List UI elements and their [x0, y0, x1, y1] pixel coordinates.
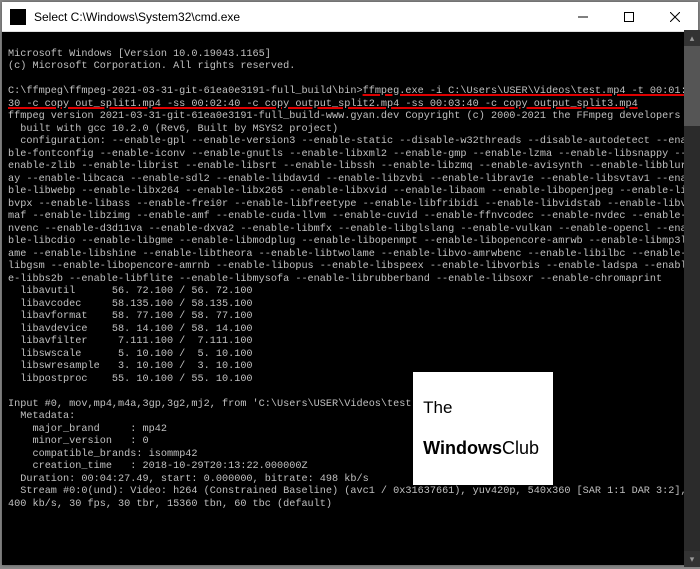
window-title: Select C:\Windows\System32\cmd.exe	[34, 10, 560, 24]
metadata-label: Metadata:	[8, 411, 75, 422]
window-controls	[560, 2, 698, 32]
watermark-line1: The	[423, 399, 539, 417]
command-line: C:\ffmpeg\ffmpeg-2021-03-31-git-61ea0e31…	[8, 86, 687, 110]
ffmpeg-configuration: configuration: --enable-gpl --enable-ver…	[8, 136, 687, 285]
stream0-line: Stream #0:0(und): Video: h264 (Constrain…	[8, 486, 693, 510]
creation-time: creation_time : 2018-10-29T20:13:22.0000…	[8, 461, 308, 472]
close-button[interactable]	[652, 2, 698, 32]
ffmpeg-built-with: built with gcc 10.2.0 (Rev6, Built by MS…	[8, 124, 338, 135]
watermark-line2: WindowsClub	[423, 439, 539, 458]
titlebar[interactable]: Select C:\Windows\System32\cmd.exe	[2, 2, 698, 32]
major-brand: major_brand : mp42	[8, 424, 167, 435]
maximize-button[interactable]	[606, 2, 652, 32]
compatible-brands: compatible_brands: isommp42	[8, 449, 198, 460]
cmd-icon	[10, 9, 26, 25]
blank-line	[8, 74, 14, 85]
vertical-scrollbar[interactable]: ▴ ▾	[684, 30, 700, 567]
cmd-window: Select C:\Windows\System32\cmd.exe Micro…	[2, 2, 698, 565]
ms-copyright-line: (c) Microsoft Corporation. All rights re…	[8, 61, 295, 72]
prompt-path: C:\ffmpeg\ffmpeg-2021-03-31-git-61ea0e31…	[8, 86, 363, 97]
minimize-button[interactable]	[560, 2, 606, 32]
input-header: Input #0, mov,mp4,m4a,3gp,3g2,mj2, from …	[8, 399, 448, 410]
lib-versions: libavutil 56. 72.100 / 56. 72.100 libavc…	[8, 286, 692, 386]
terminal-output[interactable]: Microsoft Windows [Version 10.0.19043.11…	[2, 32, 698, 565]
ffmpeg-version: ffmpeg version 2021-03-31-git-61ea0e3191…	[8, 111, 681, 122]
ms-version-line: Microsoft Windows [Version 10.0.19043.11…	[8, 49, 271, 60]
minor-version: minor_version : 0	[8, 436, 149, 447]
duration-line: Duration: 00:04:27.49, start: 0.000000, …	[8, 474, 369, 485]
scroll-down-button[interactable]: ▾	[684, 551, 700, 567]
scroll-thumb[interactable]	[684, 46, 700, 126]
watermark-logo: The WindowsClub	[413, 372, 553, 485]
scroll-up-button[interactable]: ▴	[684, 30, 700, 46]
